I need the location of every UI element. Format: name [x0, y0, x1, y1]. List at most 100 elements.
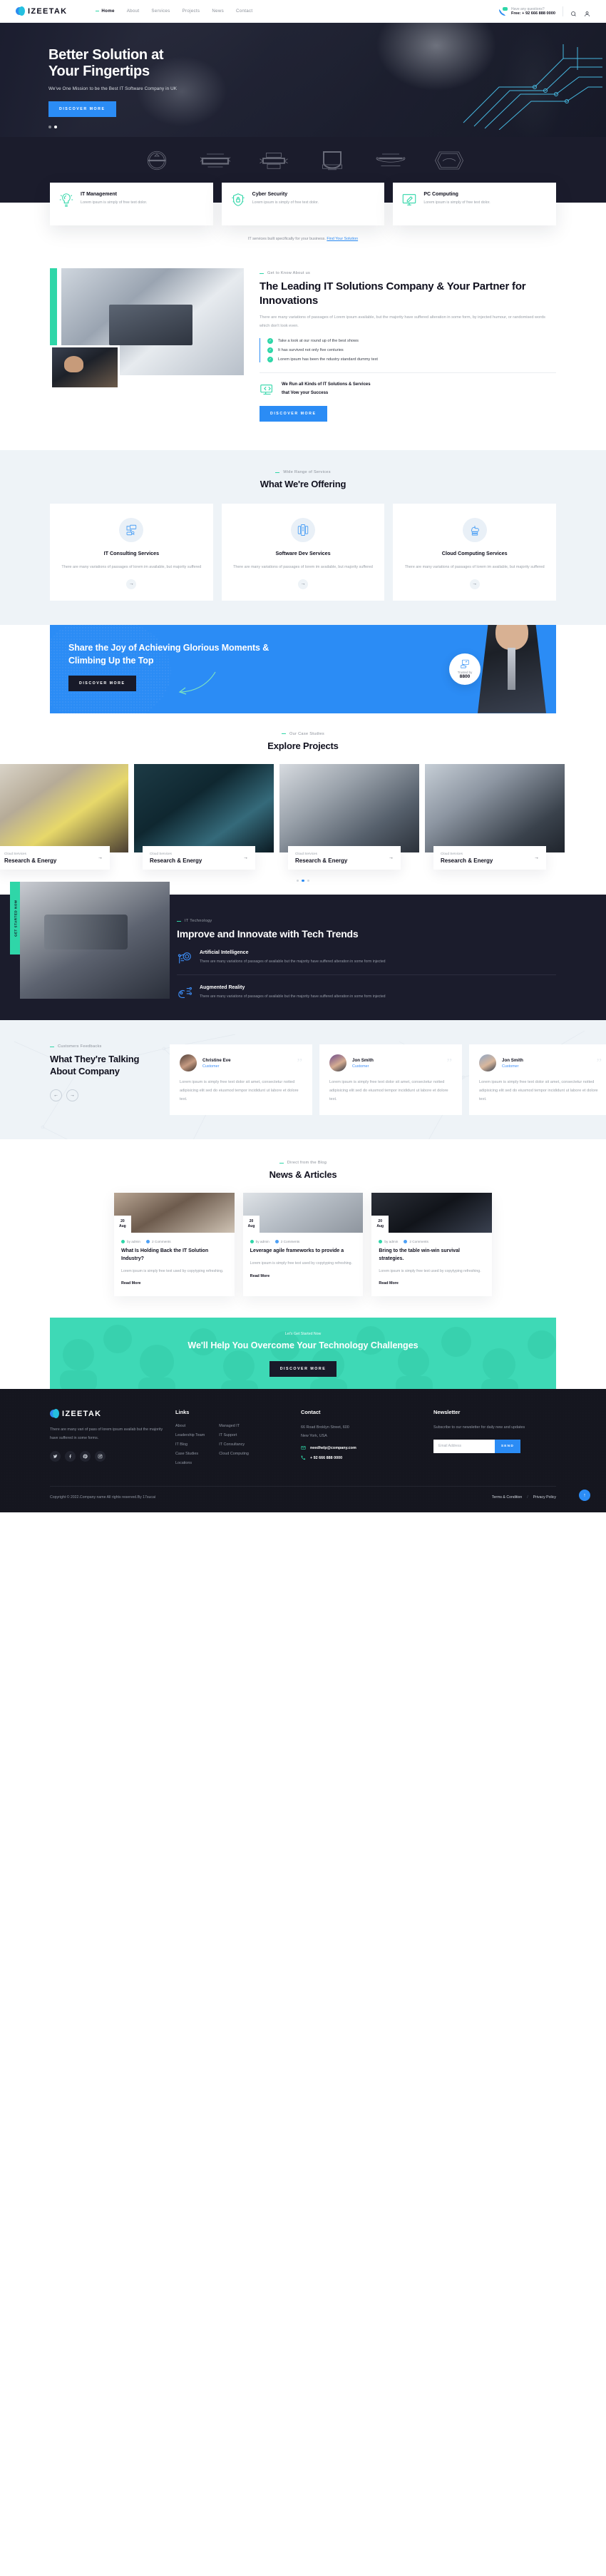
nav-item-about[interactable]: About — [127, 9, 140, 14]
site-header: IZEETAK Home About Services Projects New… — [0, 0, 606, 23]
footer-link-case-studies[interactable]: Case Studies — [175, 1452, 205, 1456]
project-card[interactable]: Cloud Services Research & Energy → — [0, 763, 128, 870]
hero-slider-dots[interactable] — [48, 126, 57, 128]
project-image — [425, 763, 565, 852]
offering-card-it-consulting[interactable]: IT Consulting Services There are many va… — [50, 504, 213, 601]
tick-item: ✓ It has survived not only five centuries — [267, 347, 556, 354]
arrow-left-icon[interactable]: ← — [50, 1089, 62, 1101]
blog-date: 20 Aug — [371, 1216, 389, 1233]
about-cta-button[interactable]: DISCOVER MORE — [260, 406, 327, 422]
projects-dot-3[interactable] — [307, 879, 310, 882]
quote-icon: ” — [297, 1056, 302, 1070]
instagram-icon[interactable] — [95, 1450, 106, 1462]
newsletter-email-input[interactable] — [433, 1439, 495, 1453]
arrow-right-icon[interactable]: → — [66, 1089, 78, 1101]
blog-day: 20 — [120, 1219, 125, 1224]
nav-item-projects[interactable]: Projects — [183, 9, 200, 14]
blog-comments: 2 Comments — [404, 1240, 428, 1244]
feature-card-cyber-security[interactable]: Cyber Security Lorem ipsum is simply of … — [221, 183, 385, 225]
hero-title: Better Solution at Your Fingertips — [48, 47, 606, 80]
nav-item-home[interactable]: Home — [96, 9, 114, 14]
privacy-link[interactable]: Privacy Policy — [533, 1495, 556, 1500]
blog-title: Bring to the table win-win survival stra… — [379, 1248, 460, 1262]
header-phone[interactable]: Have any questions? Free: + 92 666 888 0… — [498, 6, 555, 16]
footer-phone[interactable]: + 92 666 888 0000 — [301, 1455, 422, 1460]
project-image — [134, 763, 274, 852]
teal-cta-button[interactable]: DISCOVER MORE — [269, 1361, 337, 1378]
project-card[interactable]: Cloud Services Research & Energy → — [279, 763, 419, 870]
project-title: Research & Energy — [295, 857, 348, 864]
feature-text: Lorem ipsum is simply of free text dolor… — [423, 200, 491, 205]
dash-icon — [279, 1162, 284, 1164]
nav-item-contact[interactable]: Contact — [236, 9, 252, 14]
arrow-right-icon[interactable]: → — [243, 855, 248, 860]
pinterest-icon[interactable] — [80, 1450, 91, 1462]
read-more-link[interactable]: Read More — [379, 1281, 399, 1286]
footer-link-it-consultancy[interactable]: IT Consultancy — [219, 1442, 249, 1447]
footer-link-managed-it[interactable]: Managed IT — [219, 1424, 249, 1428]
user-icon[interactable] — [584, 8, 590, 16]
hero-dot-1[interactable] — [48, 126, 51, 128]
arrow-right-icon[interactable]: → — [469, 579, 480, 589]
phone-chat-icon — [498, 6, 508, 16]
hero-dot-2[interactable] — [54, 126, 57, 128]
arrow-right-icon[interactable]: → — [98, 855, 103, 860]
footer-email[interactable]: needhelp@company.com — [301, 1445, 422, 1450]
footer-link-locations[interactable]: Locations — [175, 1461, 205, 1465]
offering-card-cloud-computing[interactable]: Cloud Computing Services There are many … — [393, 504, 557, 601]
brand-logo-bronxs — [374, 150, 408, 171]
nav-item-services[interactable]: Services — [151, 9, 170, 14]
blog-date: 20 Aug — [242, 1216, 260, 1233]
feature-text: Lorem ipsum is simply of free text dolor… — [81, 200, 148, 205]
search-icon[interactable] — [570, 8, 577, 16]
blue-cta-button[interactable]: DISCOVER MORE — [68, 676, 136, 692]
footer-link-about[interactable]: About — [175, 1424, 205, 1428]
testimonial-name: Christine Eve — [202, 1057, 231, 1063]
facebook-icon[interactable] — [65, 1450, 76, 1462]
read-more-link[interactable]: Read More — [121, 1281, 141, 1286]
run-line-1: We Run all Kinds of IT Solutions & Servi… — [282, 382, 371, 387]
project-card[interactable]: Cloud Services Research & Energy → — [425, 763, 565, 870]
businessman-photo — [478, 624, 546, 713]
check-icon: ✓ — [267, 338, 273, 345]
consulting-icon — [119, 518, 144, 543]
read-more-link[interactable]: Read More — [250, 1274, 270, 1278]
twitter-icon[interactable] — [50, 1450, 61, 1462]
project-title: Research & Energy — [4, 857, 57, 864]
find-your-solution-link[interactable]: Find Your Solution — [327, 237, 358, 241]
brand-logo-new-experiences — [198, 150, 232, 171]
author-icon — [379, 1240, 383, 1244]
blog-card[interactable]: 20 Aug by admin 2 Comments What Is Holdi… — [114, 1193, 235, 1297]
footer-link-it-support[interactable]: IT Support — [219, 1433, 249, 1437]
hero-cta-button[interactable]: DISCOVER MORE — [48, 101, 116, 118]
arrow-right-icon[interactable]: → — [534, 855, 539, 860]
project-card[interactable]: Cloud Services Research & Energy → — [134, 763, 274, 870]
feature-card-pc-computing[interactable]: PC Computing Lorem ipsum is simply of fr… — [393, 183, 557, 225]
project-image — [279, 763, 419, 852]
footer-link-leadership-team[interactable]: Leadership Team — [175, 1433, 205, 1437]
offering-card-software-dev[interactable]: Software Dev Services There are many var… — [221, 504, 385, 601]
projects-dot-2[interactable] — [302, 879, 304, 882]
news-eyebrow-text: Direct from the Blog — [287, 1161, 327, 1166]
footer-link-cloud-computing[interactable]: Cloud Computing — [219, 1452, 249, 1456]
footer-logo-text: IZEETAK — [62, 1409, 102, 1418]
footer-logo[interactable]: IZEETAK — [50, 1409, 164, 1419]
arrow-right-icon[interactable]: → — [298, 579, 308, 589]
terms-link[interactable]: Terms & Condition — [492, 1495, 522, 1500]
logo[interactable]: IZEETAK — [16, 6, 67, 16]
nav-item-news[interactable]: News — [212, 9, 224, 14]
newsletter-send-button[interactable]: SEND — [494, 1439, 520, 1453]
arrow-right-icon[interactable]: → — [126, 579, 137, 589]
blog-card[interactable]: 20 Aug by admin 2 Comments Bring to the … — [371, 1193, 493, 1297]
testimonial-text: Lorem ipsum is simply free text dolor si… — [180, 1080, 299, 1101]
logo-text: IZEETAK — [28, 6, 68, 16]
projects-dot-1[interactable] — [296, 879, 299, 882]
blog-card[interactable]: 20 Aug by admin 2 Comments Leverage agil… — [242, 1193, 364, 1297]
blog-month: Aug — [247, 1224, 255, 1229]
tick-item: ✓ Lorem ipsum has been the ndustry standa… — [267, 357, 556, 363]
trends-item-ar: Augmented Reality There are many variati… — [177, 985, 556, 1001]
arrow-right-icon[interactable]: → — [389, 855, 394, 860]
footer-link-it-blog[interactable]: IT Blog — [175, 1442, 205, 1447]
project-caption: Cloud Services Research & Energy → — [288, 845, 401, 870]
feature-card-it-management[interactable]: IT Management Lorem ipsum is simply of f… — [50, 183, 213, 225]
